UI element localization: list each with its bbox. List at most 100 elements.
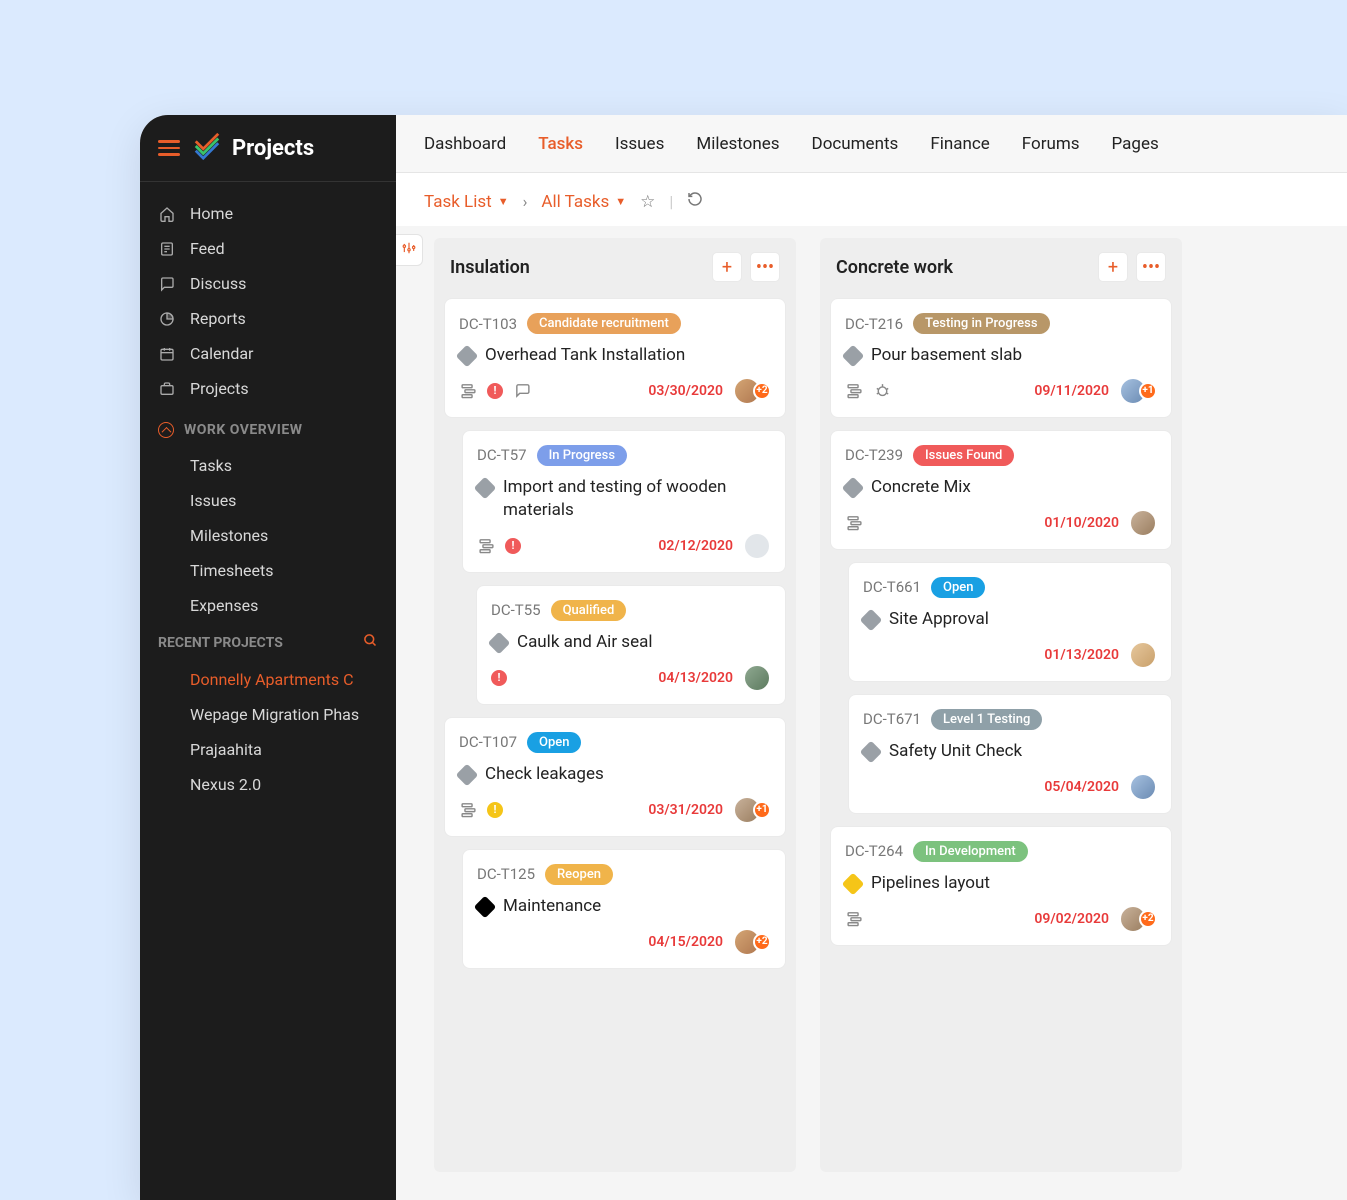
app-title: Projects xyxy=(232,136,314,161)
more-assignees-badge[interactable]: +2 xyxy=(753,382,771,400)
work-item-issues[interactable]: Issues xyxy=(140,483,396,518)
tab-finance[interactable]: Finance xyxy=(930,134,989,154)
status-badge[interactable]: Level 1 Testing xyxy=(931,709,1042,730)
priority-icon xyxy=(488,631,511,654)
board-wrap: Insulation + ••• DC-T103 Candidate recru… xyxy=(396,226,1347,1200)
filter-bar: Task List ▼ › All Tasks ▼ ☆ | xyxy=(396,173,1347,226)
sidebar-item-home[interactable]: Home xyxy=(140,196,396,231)
avatar[interactable] xyxy=(1129,641,1157,669)
task-card[interactable]: DC-T107 Open Check leakages ! 03/31/2020… xyxy=(444,717,786,837)
task-card[interactable]: DC-T264 In Development Pipelines layout … xyxy=(830,826,1172,946)
recent-project-item[interactable]: Prajaahita xyxy=(140,732,396,767)
sidebar-item-label: Discuss xyxy=(190,274,246,293)
add-task-button[interactable]: + xyxy=(1098,252,1128,282)
app-logo[interactable]: Projects xyxy=(192,131,314,165)
sidebar-item-calendar[interactable]: Calendar xyxy=(140,336,396,371)
task-title: Safety Unit Check xyxy=(889,740,1022,763)
tab-documents[interactable]: Documents xyxy=(812,134,899,154)
work-overview-title-text: WORK OVERVIEW xyxy=(184,422,302,438)
status-badge[interactable]: Open xyxy=(931,577,985,598)
status-badge[interactable]: Reopen xyxy=(545,864,613,885)
status-badge[interactable]: Qualified xyxy=(551,600,627,621)
recent-projects-header: RECENT PROJECTS xyxy=(140,623,396,662)
divider: | xyxy=(669,192,673,211)
refresh-button[interactable] xyxy=(687,191,703,212)
subtask-icon xyxy=(459,801,477,819)
task-card[interactable]: DC-T671 Level 1 Testing Safety Unit Chec… xyxy=(848,694,1172,814)
task-card[interactable]: DC-T103 Candidate recruitment Overhead T… xyxy=(444,298,786,418)
column-more-button[interactable]: ••• xyxy=(750,252,780,282)
task-card[interactable]: DC-T239 Issues Found Concrete Mix 01/10/… xyxy=(830,430,1172,550)
work-item-milestones[interactable]: Milestones xyxy=(140,518,396,553)
avatar[interactable] xyxy=(1129,773,1157,801)
recent-project-item[interactable]: Nexus 2.0 xyxy=(140,767,396,802)
work-item-expenses[interactable]: Expenses xyxy=(140,588,396,623)
subtask-icon xyxy=(845,382,863,400)
work-overview-header[interactable]: WORK OVERVIEW xyxy=(140,412,396,448)
task-id: DC-T216 xyxy=(845,315,903,333)
reports-icon xyxy=(158,310,176,328)
tab-tasks[interactable]: Tasks xyxy=(538,134,583,154)
task-id: DC-T103 xyxy=(459,315,517,333)
hamburger-icon[interactable] xyxy=(158,140,180,156)
task-meta-icons: ! xyxy=(491,670,507,686)
tab-issues[interactable]: Issues xyxy=(615,134,664,154)
sidebar-item-discuss[interactable]: Discuss xyxy=(140,266,396,301)
status-badge[interactable]: Candidate recruitment xyxy=(527,313,681,334)
task-title: Caulk and Air seal xyxy=(517,631,652,654)
more-assignees-badge[interactable]: +2 xyxy=(1139,910,1157,928)
assignees xyxy=(743,532,771,560)
recent-project-item[interactable]: Donnelly Apartments C xyxy=(140,662,396,697)
breadcrumb-tasklist[interactable]: Task List ▼ xyxy=(424,192,509,212)
work-item-tasks[interactable]: Tasks xyxy=(140,448,396,483)
work-item-timesheets[interactable]: Timesheets xyxy=(140,553,396,588)
task-title: Pipelines layout xyxy=(871,872,990,895)
task-card[interactable]: DC-T661 Open Site Approval 01/13/2020 xyxy=(848,562,1172,682)
sidebar-item-feed[interactable]: Feed xyxy=(140,231,396,266)
avatar[interactable] xyxy=(743,532,771,560)
tab-forums[interactable]: Forums xyxy=(1022,134,1080,154)
assignees: +1 xyxy=(733,796,771,824)
search-icon[interactable] xyxy=(363,633,378,652)
tab-dashboard[interactable]: Dashboard xyxy=(424,134,506,154)
due-date: 03/30/2020 xyxy=(648,383,723,399)
avatar[interactable] xyxy=(743,664,771,692)
recent-project-item[interactable]: Wepage Migration Phas xyxy=(140,697,396,732)
priority-icon xyxy=(456,763,479,786)
status-badge[interactable]: Issues Found xyxy=(913,445,1014,466)
task-card[interactable]: DC-T216 Testing in Progress Pour basemen… xyxy=(830,298,1172,418)
sidebar-item-projects[interactable]: Projects xyxy=(140,371,396,406)
sidebar-header: Projects xyxy=(140,115,396,182)
sidebar-item-reports[interactable]: Reports xyxy=(140,301,396,336)
favorite-button[interactable]: ☆ xyxy=(640,192,655,212)
more-assignees-badge[interactable]: +1 xyxy=(753,801,771,819)
task-title: Check leakages xyxy=(485,763,604,786)
status-badge[interactable]: In Development xyxy=(913,841,1028,862)
due-date: 01/13/2020 xyxy=(1044,647,1119,663)
tab-pages[interactable]: Pages xyxy=(1112,134,1159,154)
task-card[interactable]: DC-T55 Qualified Caulk and Air seal ! 04… xyxy=(476,585,786,705)
avatar[interactable] xyxy=(1129,509,1157,537)
more-assignees-badge[interactable]: +1 xyxy=(1139,382,1157,400)
task-meta-icons xyxy=(845,382,891,400)
kanban-board[interactable]: Insulation + ••• DC-T103 Candidate recru… xyxy=(396,226,1347,1200)
filter-panel-toggle[interactable] xyxy=(396,234,423,266)
task-id: DC-T55 xyxy=(491,601,541,619)
task-card[interactable]: DC-T57 In Progress Import and testing of… xyxy=(462,430,786,573)
status-badge[interactable]: Testing in Progress xyxy=(913,313,1050,334)
more-assignees-badge[interactable]: +2 xyxy=(753,933,771,951)
tab-milestones[interactable]: Milestones xyxy=(696,134,779,154)
board-column: Insulation + ••• DC-T103 Candidate recru… xyxy=(434,238,796,1172)
status-badge[interactable]: In Progress xyxy=(537,445,627,466)
breadcrumb-alltasks[interactable]: All Tasks ▼ xyxy=(541,192,626,212)
task-title: Concrete Mix xyxy=(871,476,971,499)
assignees xyxy=(1129,773,1157,801)
due-date: 02/12/2020 xyxy=(658,538,733,554)
task-card[interactable]: DC-T125 Reopen Maintenance 04/15/2020 +2 xyxy=(462,849,786,969)
subtask-icon xyxy=(477,537,495,555)
status-badge[interactable]: Open xyxy=(527,732,581,753)
due-date: 03/31/2020 xyxy=(648,802,723,818)
add-task-button[interactable]: + xyxy=(712,252,742,282)
priority-icon xyxy=(860,609,883,632)
column-more-button[interactable]: ••• xyxy=(1136,252,1166,282)
